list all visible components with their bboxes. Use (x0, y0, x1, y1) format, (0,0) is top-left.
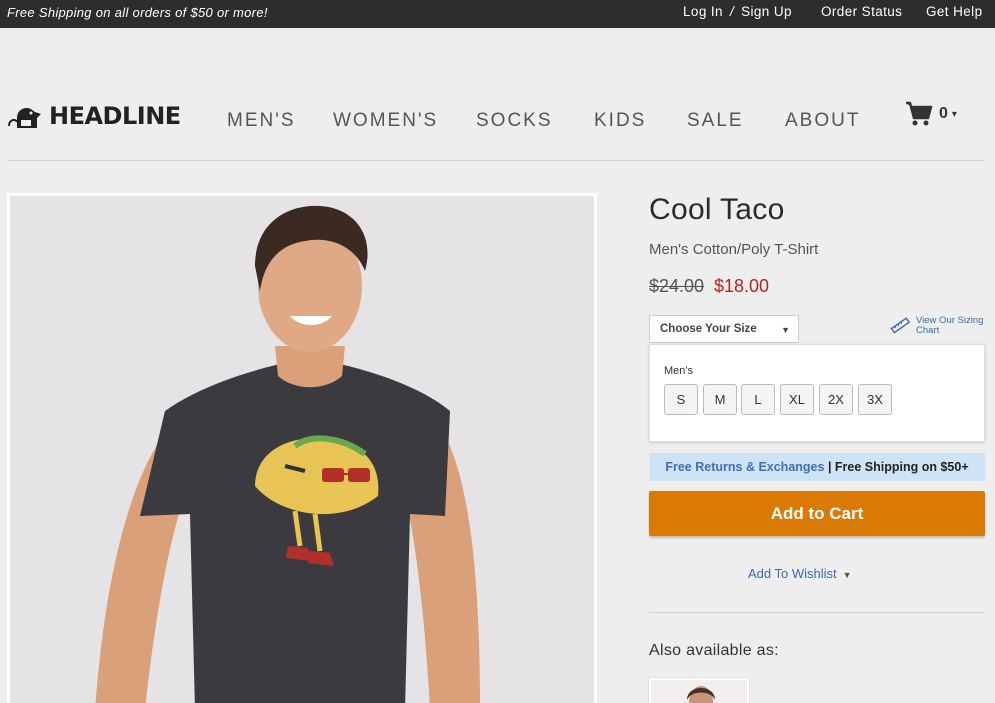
product-subtitle: Men's Cotton/Poly T-Shirt (649, 241, 819, 258)
cart-icon (906, 101, 933, 126)
details-divider (649, 612, 985, 613)
model-wearing-tshirt-image (95, 205, 480, 703)
also-available-heading: Also available as: (649, 642, 779, 659)
cart-button[interactable]: 0 ▾ (905, 101, 957, 127)
product-image[interactable] (7, 193, 597, 703)
auth-separator: / (729, 4, 735, 19)
size-dropdown[interactable]: Choose Your Size ▼ (649, 315, 799, 343)
add-to-wishlist-button[interactable]: Add To Wishlist ▼ (748, 566, 852, 581)
womens-style-thumbnail-image (687, 686, 715, 703)
size-dropdown-label: Choose Your Size (660, 323, 757, 335)
add-to-cart-button[interactable]: Add to Cart (649, 491, 985, 536)
shipping-banner: Free Returns & Exchanges | Free Shipping… (649, 453, 985, 481)
nav-about[interactable]: ABOUT (785, 110, 860, 132)
top-bar: Free Shipping on all orders of $50 or mo… (0, 0, 995, 28)
size-option-3x[interactable]: 3X (858, 384, 892, 415)
nav-kids[interactable]: KIDS (594, 110, 646, 132)
chevron-down-icon: ▼ (781, 325, 790, 335)
size-group-label: Men's (664, 365, 693, 377)
sale-price: $18.00 (714, 276, 770, 296)
get-help-link[interactable]: Get Help (926, 4, 982, 19)
product-title: Cool Taco (649, 193, 785, 226)
chevron-down-icon: ▼ (842, 570, 852, 580)
alternate-style-thumbnail[interactable] (649, 678, 749, 703)
nav-mens[interactable]: MEN'S (227, 110, 296, 132)
header-divider (7, 160, 985, 161)
login-link[interactable]: Log In (683, 4, 723, 19)
free-shipping-text: Free Shipping on $50+ (834, 460, 969, 474)
chevron-down-icon: ▾ (951, 108, 957, 120)
shipping-separator: | (827, 460, 832, 474)
auth-links: Log In / Sign Up (683, 4, 792, 19)
free-shipping-promo: Free Shipping on all orders of $50 or mo… (7, 5, 268, 20)
logo-text: HEADLINE (49, 102, 181, 130)
size-options-panel: Men's S M L XL 2X 3X (649, 344, 985, 442)
sizing-chart-link[interactable]: View Our Sizing Chart (890, 316, 986, 336)
nav-sale[interactable]: SALE (687, 110, 744, 132)
ruler-icon (890, 317, 910, 334)
size-option-m[interactable]: M (703, 384, 737, 415)
order-status-link[interactable]: Order Status (821, 4, 902, 19)
free-returns-link[interactable]: Free Returns & Exchanges (665, 460, 824, 474)
cart-count: 0 (939, 105, 948, 122)
nav-socks[interactable]: SOCKS (476, 110, 553, 132)
size-option-2x[interactable]: 2X (819, 384, 853, 415)
original-price: $24.00 (649, 276, 705, 296)
size-option-xl[interactable]: XL (780, 384, 814, 415)
size-option-l[interactable]: L (741, 384, 775, 415)
signup-link[interactable]: Sign Up (741, 4, 792, 19)
logo[interactable]: HEADLINE (7, 101, 181, 131)
size-option-s[interactable]: S (664, 384, 698, 415)
logo-icon (8, 108, 41, 128)
sizing-chart-label: View Our Sizing Chart (916, 315, 984, 336)
wishlist-label: Add To Wishlist (748, 566, 837, 581)
nav-womens[interactable]: WOMEN'S (333, 110, 438, 132)
